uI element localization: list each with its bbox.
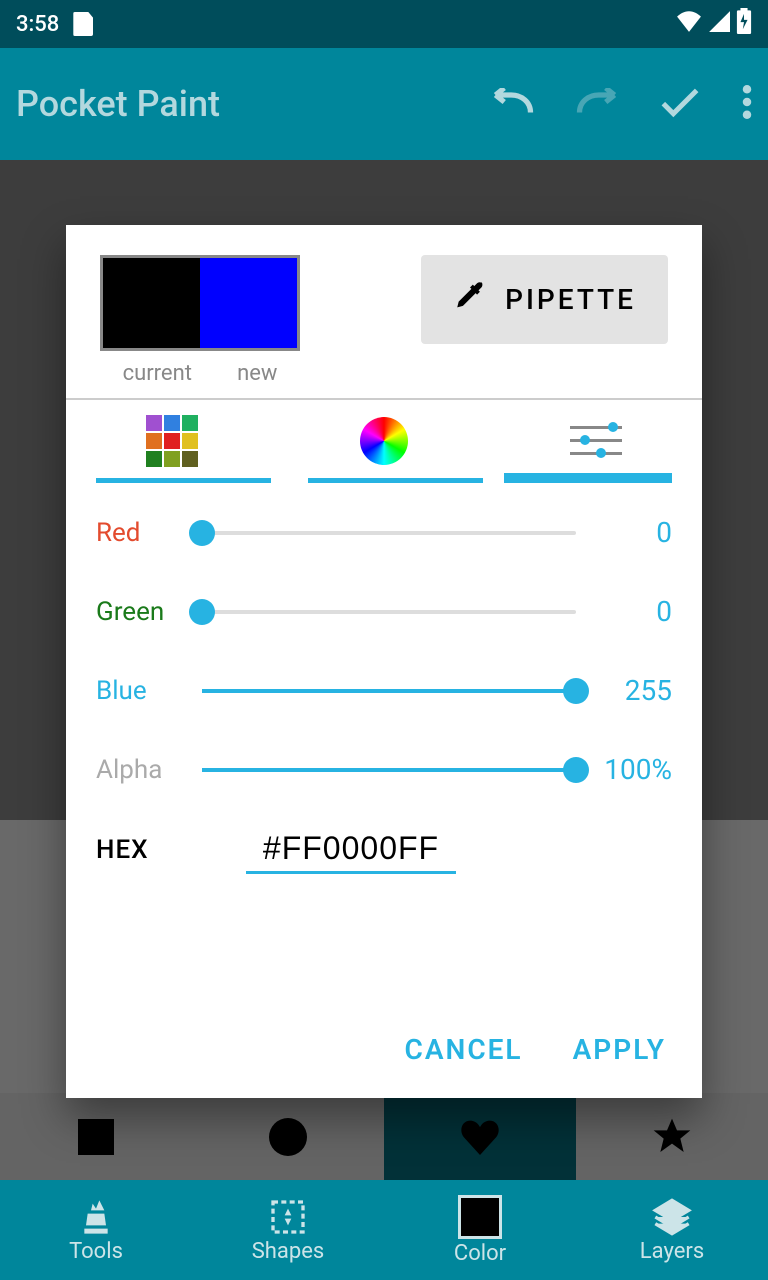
- new-color-swatch: [200, 258, 297, 348]
- cancel-button[interactable]: CANCEL: [405, 1033, 523, 1066]
- nav-color-label: Color: [454, 1241, 506, 1266]
- tab-palette[interactable]: [66, 400, 278, 481]
- signal-icon: [708, 10, 730, 38]
- nav-color[interactable]: Color: [384, 1180, 576, 1280]
- green-label: Green: [96, 597, 196, 627]
- slider-row-red: Red 0: [96, 516, 672, 549]
- red-label: Red: [96, 518, 196, 548]
- nav-shapes[interactable]: Shapes: [192, 1180, 384, 1280]
- dialog-actions: CANCEL APPLY: [66, 1005, 702, 1098]
- hex-label: HEX: [96, 835, 216, 865]
- color-picker-dialog: current new PIPETTE: [66, 225, 702, 1098]
- color-swatch-icon: [458, 1195, 502, 1239]
- battery-icon: [736, 8, 752, 40]
- app-title: Pocket Paint: [16, 83, 492, 125]
- blue-label: Blue: [96, 676, 196, 706]
- pipette-button[interactable]: PIPETTE: [421, 255, 668, 344]
- checkmark-icon[interactable]: [660, 86, 700, 122]
- app-bar: Pocket Paint: [0, 48, 768, 160]
- alpha-value: 100%: [582, 753, 672, 786]
- overflow-menu-icon[interactable]: [742, 85, 752, 123]
- slider-row-green: Green 0: [96, 595, 672, 628]
- wifi-icon: [676, 10, 702, 38]
- bottom-nav: Tools Shapes Color Layers: [0, 1180, 768, 1280]
- color-wheel-icon: [360, 417, 408, 465]
- current-label: current: [123, 361, 192, 386]
- tab-sliders[interactable]: [490, 400, 702, 481]
- nav-layers[interactable]: Layers: [576, 1180, 768, 1280]
- color-preview-swatch: [100, 255, 300, 351]
- blue-value: 255: [582, 674, 672, 707]
- hex-row: HEX: [66, 796, 702, 884]
- nav-tools-label: Tools: [69, 1239, 123, 1264]
- apply-button[interactable]: APPLY: [573, 1033, 666, 1066]
- pipette-icon: [453, 279, 487, 320]
- alpha-label: Alpha: [96, 755, 196, 785]
- color-tabs: [66, 400, 702, 486]
- nav-shapes-label: Shapes: [252, 1239, 325, 1264]
- slider-green[interactable]: [202, 610, 576, 614]
- redo-icon[interactable]: [576, 88, 618, 120]
- tab-wheel[interactable]: [278, 400, 490, 481]
- red-value: 0: [582, 516, 672, 549]
- slider-row-alpha: Alpha 100%: [96, 753, 672, 786]
- status-time: 3:58: [16, 12, 59, 37]
- slider-red[interactable]: [202, 531, 576, 535]
- sliders-icon: [570, 426, 622, 455]
- nav-layers-label: Layers: [640, 1239, 704, 1264]
- palette-icon: [146, 415, 198, 467]
- rgba-sliders: Red 0 Green 0 Blue 255 Alpha 100%: [66, 486, 702, 796]
- new-label: new: [237, 361, 277, 386]
- nav-tools[interactable]: Tools: [0, 1180, 192, 1280]
- slider-blue[interactable]: [202, 689, 576, 693]
- sd-card-icon: [73, 12, 93, 36]
- pipette-label: PIPETTE: [505, 283, 636, 316]
- hex-input[interactable]: [246, 826, 456, 874]
- slider-row-blue: Blue 255: [96, 674, 672, 707]
- green-value: 0: [582, 595, 672, 628]
- status-bar: 3:58: [0, 0, 768, 48]
- slider-alpha[interactable]: [202, 768, 576, 772]
- undo-icon[interactable]: [492, 88, 534, 120]
- current-color-swatch: [103, 258, 200, 348]
